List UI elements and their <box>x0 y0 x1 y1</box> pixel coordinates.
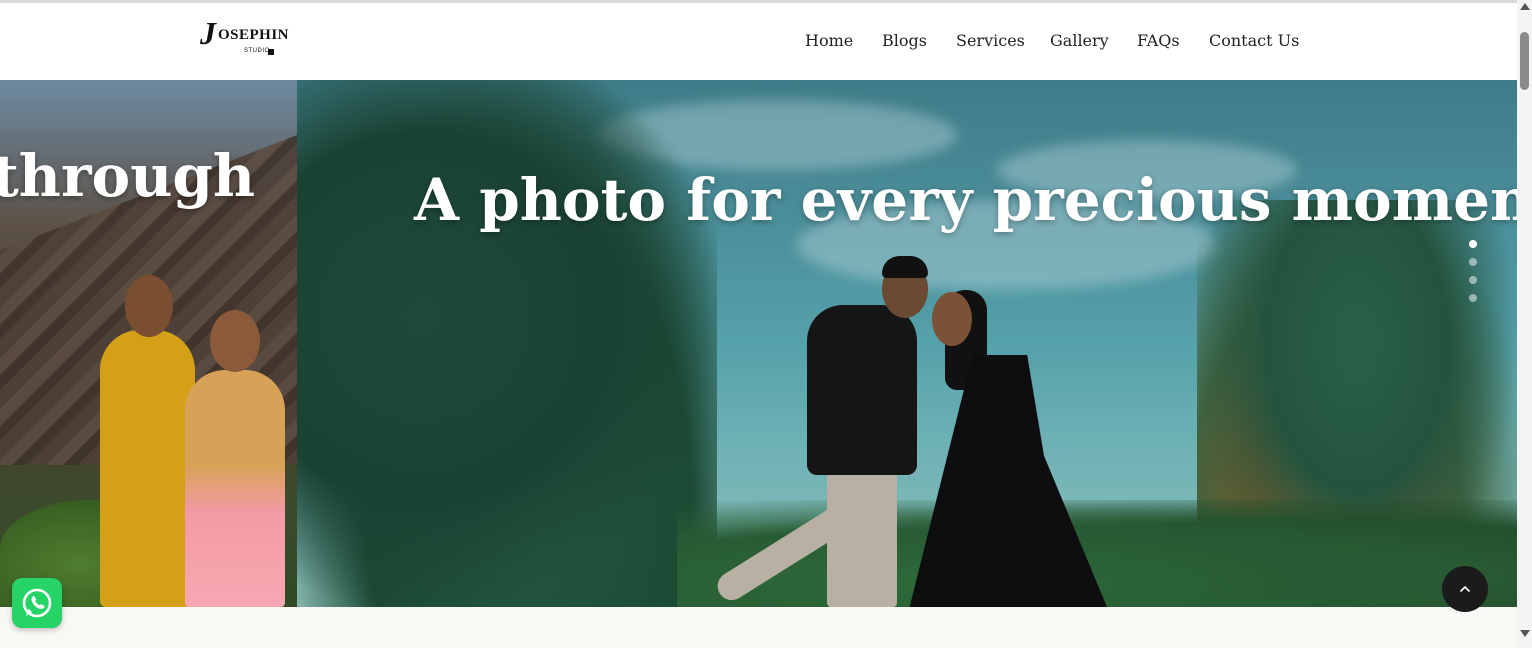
nav-contact-us[interactable]: Contact Us <box>1209 31 1299 50</box>
man-black-shirt <box>807 305 917 475</box>
nav-gallery[interactable]: Gallery <box>1050 31 1109 50</box>
site-logo[interactable]: J OSEPHIN STUDIO <box>200 15 289 63</box>
logo-initial: J <box>200 15 216 51</box>
woman-head <box>932 292 972 346</box>
whatsapp-chat-button[interactable] <box>12 578 62 628</box>
bride-figure <box>185 370 285 607</box>
section-divider-strip <box>0 607 1517 648</box>
slider-dot[interactable] <box>1469 258 1477 266</box>
slider-dot[interactable] <box>1469 240 1477 248</box>
whatsapp-icon <box>22 588 52 618</box>
woman-black-gown <box>909 355 1107 607</box>
bride-head <box>210 310 260 372</box>
left-tree <box>297 80 717 607</box>
previous-slide-caption: through <box>0 142 256 210</box>
site-header: J OSEPHIN STUDIO Home Blogs Services Gal… <box>0 3 1517 80</box>
logo-mark-square <box>268 49 274 55</box>
nav-home[interactable]: Home <box>805 31 853 50</box>
back-to-top-button[interactable] <box>1442 566 1488 612</box>
hero-slider[interactable]: through A photo for every precious momen… <box>0 80 1517 607</box>
nav-services[interactable]: Services <box>956 31 1025 50</box>
groom-figure <box>100 330 195 607</box>
nav-blogs[interactable]: Blogs <box>882 31 927 50</box>
logo-tagline: STUDIO <box>244 48 270 54</box>
man-trousers <box>827 465 897 607</box>
slider-dot[interactable] <box>1469 276 1477 284</box>
chevron-up-icon <box>1460 586 1470 592</box>
current-slide-image <box>297 80 1517 607</box>
previous-slide-image: through <box>0 80 297 607</box>
hero-headline: A photo for every precious moment of yo <box>414 166 1517 234</box>
nav-faqs[interactable]: FAQs <box>1137 31 1180 50</box>
scroll-down-arrow[interactable] <box>1520 630 1530 637</box>
scrollbar-thumb[interactable] <box>1520 32 1529 90</box>
scroll-up-arrow[interactable] <box>1520 3 1530 10</box>
groom-head <box>125 275 173 337</box>
logo-wordmark: OSEPHIN <box>218 27 290 43</box>
slider-pagination <box>1468 240 1478 310</box>
man-hair <box>882 256 928 278</box>
slider-dot[interactable] <box>1469 294 1477 302</box>
scrollbar-track[interactable] <box>1517 0 1532 648</box>
